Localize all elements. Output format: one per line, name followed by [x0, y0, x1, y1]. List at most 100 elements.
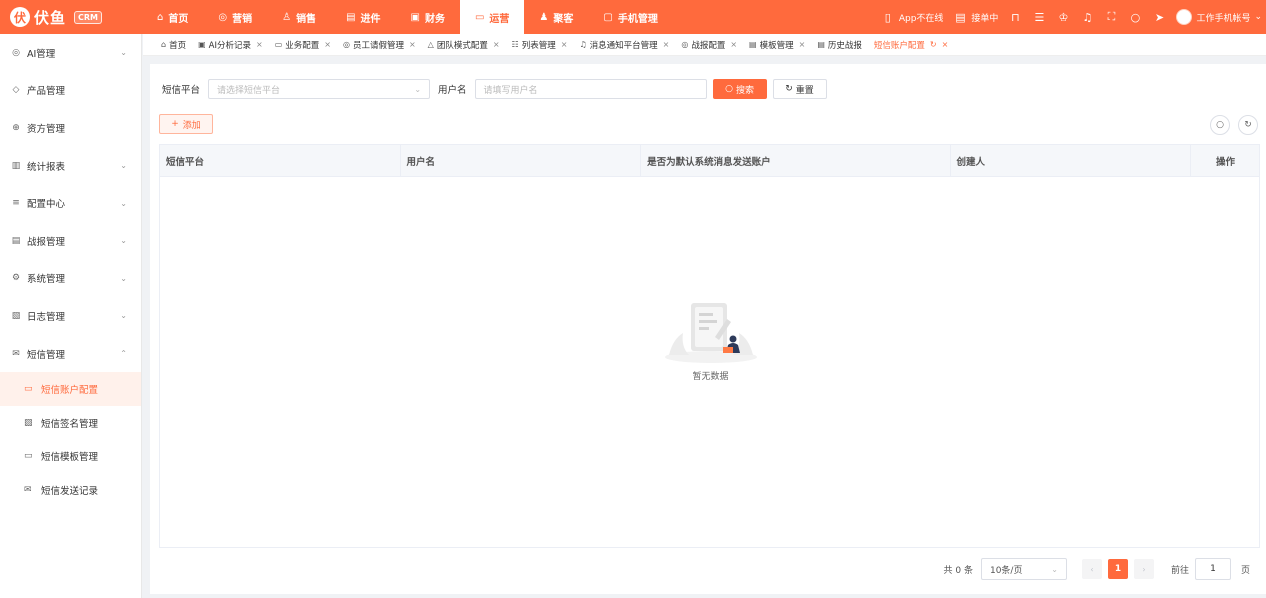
close-icon[interactable]: ×: [942, 40, 949, 49]
account-menu[interactable]: 工作手机帐号 ⌄: [1176, 9, 1262, 25]
tab-3[interactable]: ◎ 员工请假管理 ×: [343, 39, 416, 51]
nav-item-label: 手机管理: [617, 13, 658, 25]
page-suffix: 页: [1240, 565, 1250, 576]
sidebar-subitem-1[interactable]: ▨ 短信签名管理: [0, 406, 141, 440]
sidebar-subitem-label: 短信发送记录: [41, 485, 99, 497]
sidebar-subitem-3[interactable]: ✉ 短信发送记录: [0, 473, 141, 507]
tab-5[interactable]: ☷ 列表管理 ×: [512, 39, 568, 51]
sidebar-subitem-icon: ▭: [24, 384, 33, 395]
close-icon[interactable]: ×: [256, 40, 263, 49]
tabs-bar: ⌂ 首页 ▣ AI分析记录 × ▭ 业务配置 × ◎ 员工请假管理 × △ 团队模式配置 × ☷ 列表管理 × ♫…: [143, 34, 1266, 56]
tab-icon: ◎: [681, 40, 689, 49]
nav-item-5[interactable]: ▭ 运营: [459, 0, 525, 34]
nav-item-7[interactable]: ▢ 手机管理: [588, 0, 672, 34]
chevron-up-icon: ⌃: [120, 349, 127, 359]
close-icon[interactable]: ×: [493, 40, 500, 49]
sidebar-item-4[interactable]: ≡ 配置中心 ⌄: [0, 184, 141, 222]
close-icon[interactable]: ×: [663, 40, 670, 49]
tab-10[interactable]: 短信账户配置 ↻ ×: [874, 39, 948, 51]
nav-item-2[interactable]: ♙ 销售: [267, 0, 331, 34]
search-icon[interactable]: ○: [1128, 11, 1142, 24]
order-status-button[interactable]: ▤ 接单中: [953, 11, 998, 24]
document-icon: ▤: [346, 11, 356, 23]
sidebar-item-2[interactable]: ⊕ 资方管理: [0, 109, 141, 147]
sidebar-item-label: 统计报表: [27, 161, 66, 173]
tab-1[interactable]: ▣ AI分析记录 ×: [198, 39, 263, 51]
tab-6[interactable]: ♫ 消息通知平台管理 ×: [579, 39, 669, 51]
reset-button[interactable]: ↻ 重置: [772, 79, 827, 99]
tab-0[interactable]: ⌂ 首页: [161, 39, 186, 51]
brand-name: 伏鱼: [34, 8, 67, 27]
tab-label: 历史战报: [827, 40, 862, 51]
column-header[interactable]: 用户名: [401, 145, 642, 177]
sidebar: ◎ AI管理 ⌄ ◇ 产品管理 ⊕ 资方管理 ▥ 统计报表 ⌄ ≡ 配置中心 ⌄ ▤ 战报管理 ⌄ ⚙ 系统管理 ⌄…: [0, 34, 142, 598]
nav-item-4[interactable]: ▣ 财务: [396, 0, 460, 34]
column-header[interactable]: 创建人: [951, 145, 1192, 177]
avatar: [1176, 9, 1193, 25]
tab-label: 列表管理: [521, 40, 556, 51]
phone-icon: ▢: [603, 11, 613, 23]
sidebar-subitem-icon: ▭: [24, 451, 33, 462]
tab-2[interactable]: ▭ 业务配置 ×: [275, 39, 331, 51]
nav-item-6[interactable]: ♟ 聚客: [524, 0, 588, 34]
tab-4[interactable]: △ 团队模式配置 ×: [428, 39, 500, 51]
shirt-icon[interactable]: ♔: [1056, 11, 1070, 24]
close-icon[interactable]: ×: [561, 40, 568, 49]
search-button[interactable]: ○ 搜索: [712, 79, 767, 99]
close-icon[interactable]: ×: [409, 40, 416, 49]
chevron-down-icon: ⌄: [1254, 12, 1262, 22]
app-logo[interactable]: 伏 伏鱼 CRM: [0, 0, 142, 34]
tab-9[interactable]: ▤ 历史战报: [817, 39, 862, 51]
nav-item-1[interactable]: ◎ 营销: [203, 0, 267, 34]
search-button-label: 搜索: [735, 85, 754, 96]
sidebar-item-label: 资方管理: [27, 123, 66, 135]
nav-item-0[interactable]: ⌂ 首页: [142, 0, 203, 34]
empty-illustration-icon: [664, 303, 757, 363]
sidebar-item-label: 日志管理: [27, 311, 66, 323]
tab-icon: ☷: [511, 40, 519, 49]
app-status-button[interactable]: ▯ App不在线: [881, 11, 944, 24]
tab-8[interactable]: ▤ 模板管理 ×: [749, 39, 805, 51]
sidebar-item-0[interactable]: ◎ AI管理 ⌄: [0, 34, 141, 72]
app-status-text: App不在线: [898, 13, 944, 24]
close-icon[interactable]: ×: [799, 40, 806, 49]
page-size-select[interactable]: 10条/页 ⌄: [980, 558, 1067, 580]
close-icon[interactable]: ×: [730, 40, 737, 49]
nav-item-3[interactable]: ▤ 进件: [331, 0, 395, 34]
fullscreen-icon[interactable]: ⛶: [1104, 10, 1118, 24]
sidebar-item-5[interactable]: ▤ 战报管理 ⌄: [0, 222, 141, 260]
mobile-icon: ▯: [884, 10, 891, 24]
page-number-button[interactable]: 1: [1107, 559, 1128, 579]
sidebar-item-3[interactable]: ▥ 统计报表 ⌄: [0, 147, 141, 185]
sidebar-item-6[interactable]: ⚙ 系统管理 ⌄: [0, 260, 141, 298]
search-toggle-button[interactable]: ○: [1210, 115, 1230, 135]
column-header[interactable]: 是否为默认系统消息发送账户: [641, 145, 951, 177]
sidebar-item-icon: ◇: [12, 85, 20, 96]
tab-7[interactable]: ◎ 战报配置 ×: [681, 39, 737, 51]
refresh-button[interactable]: ↻: [1238, 115, 1258, 135]
add-button[interactable]: + 添加: [159, 114, 213, 134]
platform-select[interactable]: 请选择短信平台 ⌄: [208, 79, 431, 99]
tab-icon: ▣: [198, 40, 206, 49]
refresh-icon[interactable]: ↻: [930, 40, 937, 49]
sidebar-item-7[interactable]: ▧ 日志管理 ⌄: [0, 297, 141, 335]
bell-icon[interactable]: ♫: [1080, 11, 1094, 24]
nav-item-label: 进件: [360, 13, 381, 25]
sidebar-subitem-2[interactable]: ▭ 短信模板管理: [0, 439, 141, 473]
chevron-down-icon: ⌄: [120, 311, 127, 321]
column-header[interactable]: 短信平台: [160, 145, 401, 177]
nav-item-label: 聚客: [553, 13, 574, 25]
username-input[interactable]: 请填写用户名: [474, 79, 707, 99]
sidebar-item-1[interactable]: ◇ 产品管理: [0, 72, 141, 110]
sidebar-item-8[interactable]: ✉ 短信管理 ⌃: [0, 335, 141, 373]
tab-label: 战报配置: [691, 40, 726, 51]
send-icon[interactable]: ➤: [1152, 11, 1166, 24]
goto-page-input[interactable]: 1: [1194, 558, 1231, 580]
sidebar-subitem-0[interactable]: ▭ 短信账户配置: [0, 372, 141, 406]
close-icon[interactable]: ×: [324, 40, 331, 49]
chevron-down-icon: ⌄: [1051, 564, 1058, 574]
next-page-button[interactable]: ›: [1133, 559, 1154, 579]
lock-icon[interactable]: ⊓: [1008, 11, 1022, 24]
prev-page-button[interactable]: ‹: [1081, 559, 1102, 579]
search-doc-icon[interactable]: ☰: [1032, 11, 1046, 24]
